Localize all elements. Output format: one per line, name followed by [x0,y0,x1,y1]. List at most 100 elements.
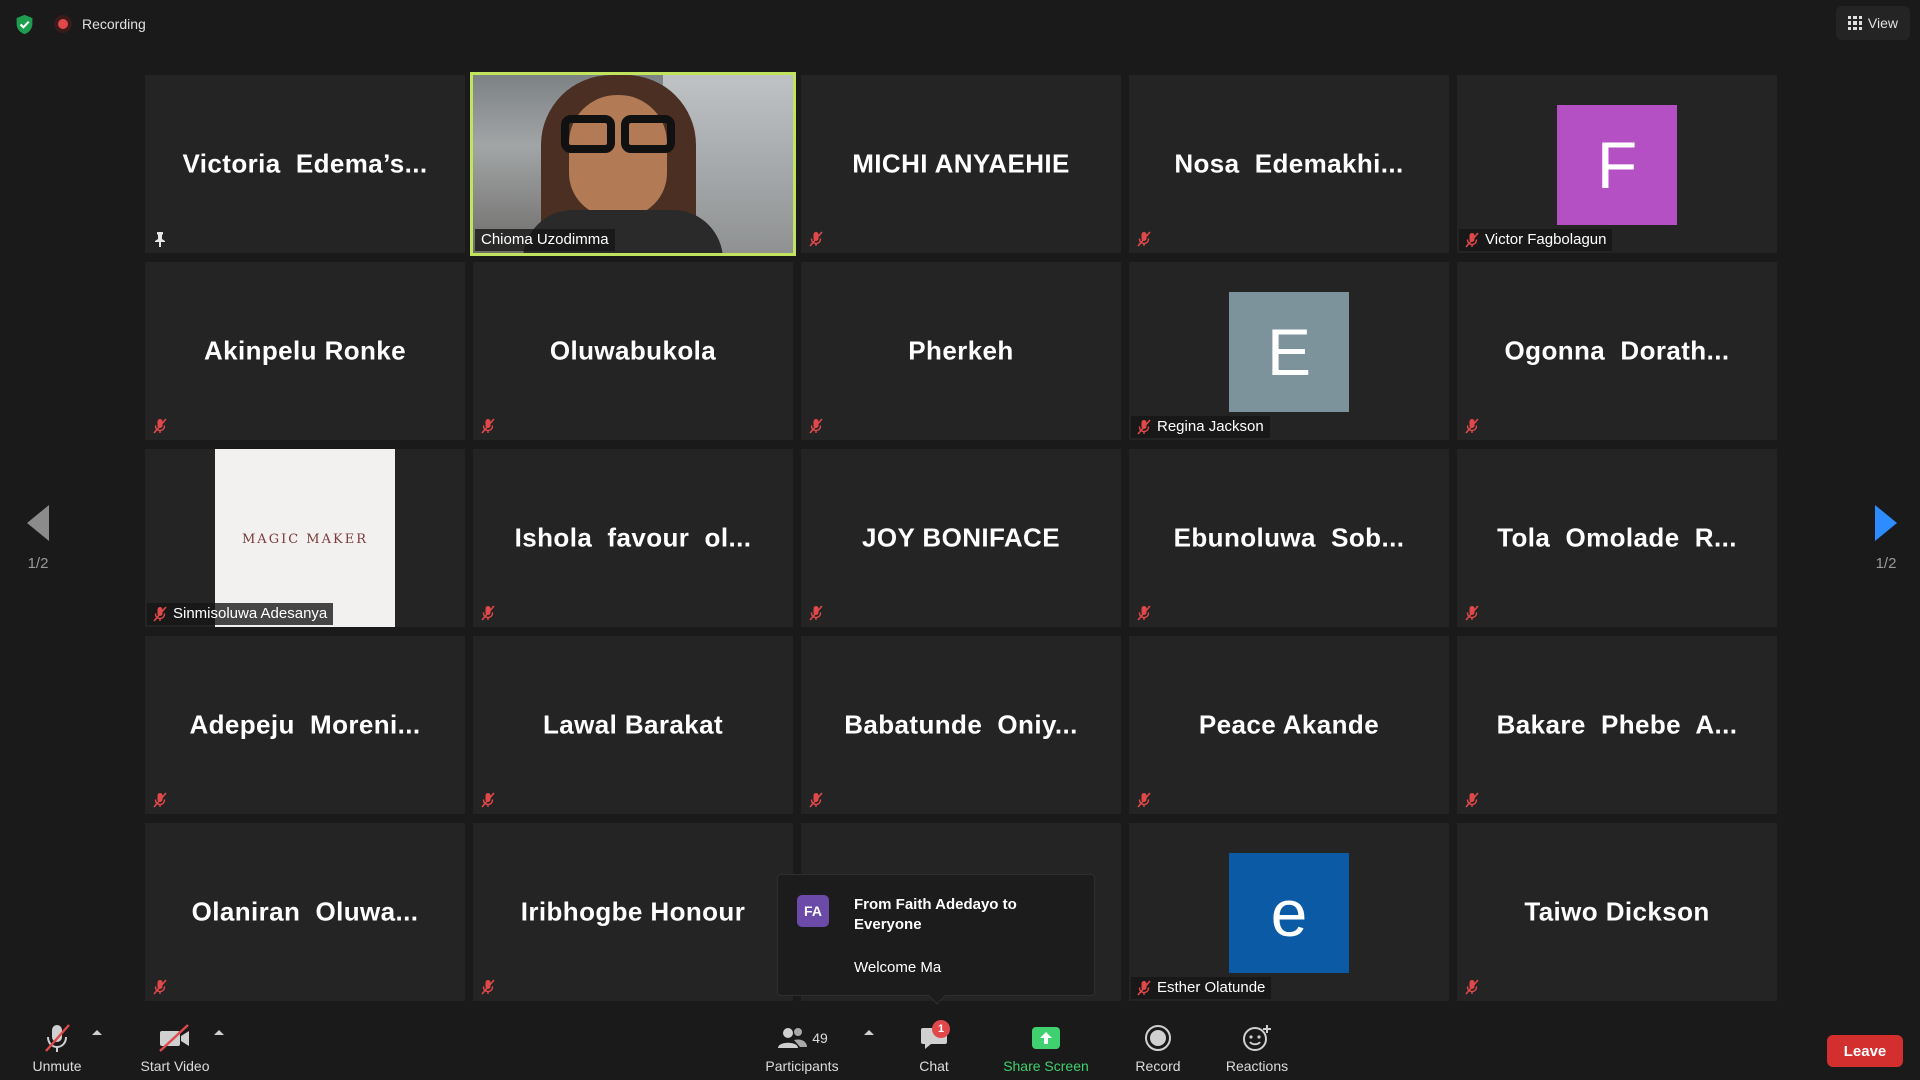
participant-name-label: Victor Fagbolagun [1459,229,1613,251]
page-indicator-right: 1/2 [1875,555,1897,572]
reactions-button[interactable]: Reactions [1220,1022,1294,1074]
participant-tile[interactable]: Akinpelu Ronke [145,262,465,440]
participant-tile[interactable]: Iribhogbe Honour [473,823,793,1001]
participants-button[interactable]: 49 Participants [760,1022,844,1074]
participant-tile[interactable]: Oluwabukola [473,262,793,440]
participant-tile[interactable]: F Victor Fagbolagun [1457,75,1777,253]
leave-button[interactable]: Leave [1827,1035,1903,1067]
participant-name: Tola Omolade R... [1497,522,1737,553]
participant-tile[interactable]: Pherkeh [801,262,1121,440]
video-options-caret[interactable] [214,1030,224,1035]
participant-tile[interactable]: MICHI ANYAEHIE [801,75,1121,253]
participant-name: Victoria Edema’s... [182,148,428,179]
participant-tile[interactable]: MAGIC MAKER Sinmisoluwa Adesanya [145,449,465,627]
chat-label: Chat [919,1058,949,1074]
mic-muted-icon [481,792,495,808]
mic-muted-icon [1137,419,1151,435]
mic-muted-icon [153,792,167,808]
participant-tile[interactable]: Olaniran Oluwa... [145,823,465,1001]
participant-tile[interactable]: Babatunde Oniy... [801,636,1121,814]
participant-name: JOY BONIFACE [862,522,1060,553]
participant-name: Pherkeh [908,335,1014,366]
mic-muted-icon [1137,792,1151,808]
chat-message: Welcome Ma [854,959,942,976]
mic-muted-icon [1137,980,1151,996]
participant-name: Adepeju Moreni... [189,709,421,740]
participant-tile[interactable]: Ebunoluwa Sob... [1129,449,1449,627]
shield-security-icon[interactable] [14,14,35,35]
mic-muted-icon [1465,232,1479,248]
record-icon [1145,1025,1171,1051]
mic-muted-icon [1465,979,1479,995]
participant-name: Ebunoluwa Sob... [1173,522,1405,553]
participant-tile[interactable]: Taiwo Dickson [1457,823,1777,1001]
participant-name: Iribhogbe Honour [520,896,746,927]
participant-tile[interactable]: Victoria Edema’s... [145,75,465,253]
pin-icon [153,231,167,247]
participant-name: Esther Olatunde [1157,979,1266,996]
start-video-label: Start Video [140,1058,210,1074]
sender-avatar: FA [797,895,829,927]
participant-name: Ogonna Dorath... [1504,335,1730,366]
next-page-button[interactable]: 1/2 [1856,505,1916,572]
participant-tile[interactable]: Bakare Phebe A... [1457,636,1777,814]
participants-label: Participants [765,1058,839,1074]
participant-tile[interactable]: Lawal Barakat [473,636,793,814]
participant-name: Peace Akande [1198,709,1380,740]
mic-muted-icon [153,606,167,622]
participant-tile[interactable]: Adepeju Moreni... [145,636,465,814]
unmute-button[interactable]: Unmute [26,1022,88,1074]
reactions-label: Reactions [1225,1058,1289,1074]
participant-name: Olaniran Oluwa... [191,896,419,927]
participant-tile[interactable]: Chioma Uzodimma [470,72,796,256]
recording-label: Recording [82,16,146,32]
recording-indicator[interactable]: Recording [54,15,146,33]
participant-tile[interactable]: e Esther Olatunde [1129,823,1449,1001]
reactions-smiley-icon [1243,1025,1271,1051]
start-video-button[interactable]: Start Video [133,1022,217,1074]
mic-muted-icon [809,792,823,808]
chat-notification[interactable]: FA From Faith Adedayo to Everyone Welcom… [777,874,1095,1005]
participant-video [473,75,793,253]
participant-name: Lawal Barakat [542,709,724,740]
participants-options-caret[interactable] [864,1030,874,1035]
participant-tile[interactable]: Nosa Edemakhi... [1129,75,1449,253]
participants-icon [778,1028,808,1048]
participant-name: Bakare Phebe A... [1496,709,1738,740]
video-off-icon [159,1024,189,1052]
mic-muted-icon [481,979,495,995]
arrow-right-icon [1875,505,1897,541]
arrow-left-icon [27,505,49,541]
previous-page-button[interactable]: 1/2 [8,505,68,572]
avatar: E [1229,292,1349,412]
chat-unread-badge: 1 [932,1020,950,1038]
participant-name: Sinmisoluwa Adesanya [173,605,328,622]
participant-grid: Victoria Edema’s... Chioma Uzodimma MICHI … [145,72,1777,1005]
grid-view-icon [1847,16,1862,30]
unmute-label: Unmute [32,1058,82,1074]
participant-tile[interactable]: Peace Akande [1129,636,1449,814]
view-label: View [1867,15,1898,31]
participant-name: Taiwo Dickson [1524,896,1710,927]
meeting-toolbar: Unmute Start Video 49 Participants 1 Cha… [0,1018,1920,1080]
participant-tile[interactable]: E Regina Jackson [1129,262,1449,440]
share-screen-button[interactable]: Share Screen [996,1022,1096,1074]
participant-tile[interactable]: JOY BONIFACE [801,449,1121,627]
top-bar: Recording View [0,0,1920,48]
participant-name: Regina Jackson [1157,418,1264,435]
participant-name: Babatunde Oniy... [844,709,1078,740]
participant-name-label: Esther Olatunde [1131,977,1272,999]
recording-dot-icon [54,15,72,33]
participant-tile[interactable]: Ishola favour ol... [473,449,793,627]
share-screen-icon [1032,1027,1060,1049]
record-button[interactable]: Record [1128,1022,1188,1074]
chat-button[interactable]: 1 Chat [906,1020,962,1074]
participant-tile[interactable]: Ogonna Dorath... [1457,262,1777,440]
participant-name: Akinpelu Ronke [203,335,407,366]
audio-options-caret[interactable] [92,1030,102,1035]
participant-tile[interactable]: Tola Omolade R... [1457,449,1777,627]
mic-muted-icon [481,605,495,621]
mic-muted-icon [481,418,495,434]
mic-muted-icon [1137,231,1151,247]
view-button[interactable]: View [1835,6,1910,40]
